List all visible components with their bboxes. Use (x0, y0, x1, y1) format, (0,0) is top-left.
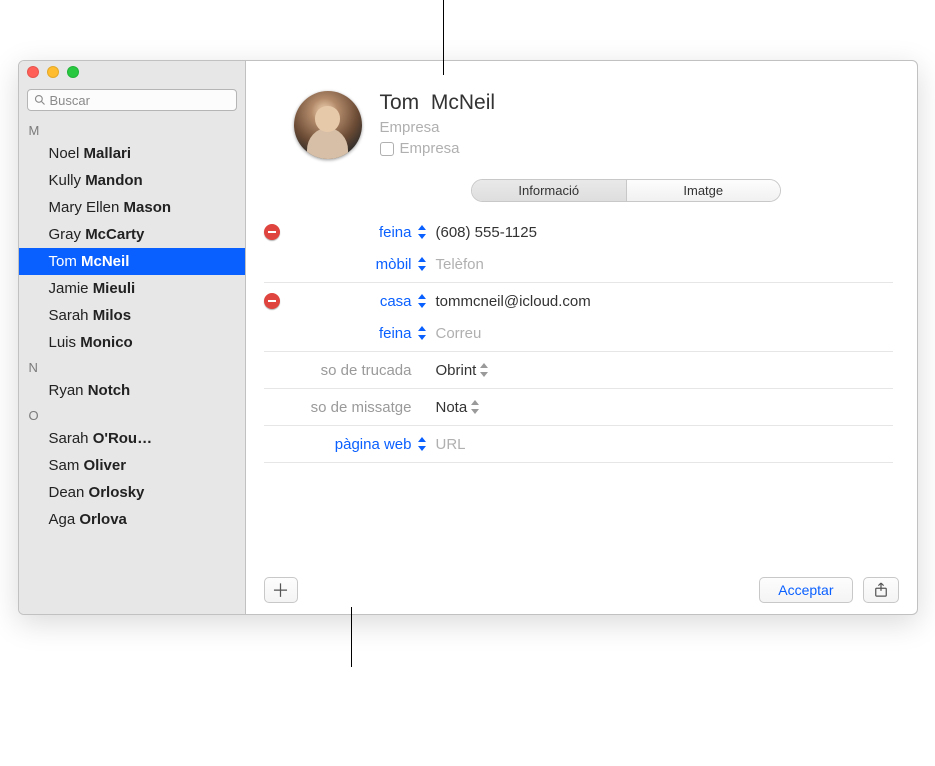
divider (264, 388, 893, 389)
contact-item[interactable]: Kully Mandon (19, 167, 245, 194)
tab-image[interactable]: Imatge (626, 180, 781, 201)
ringtone-value: Obrint (436, 362, 477, 379)
stepper-icon (480, 363, 490, 377)
section-header-m: M (19, 119, 245, 140)
stepper-icon[interactable] (418, 326, 428, 340)
divider (264, 462, 893, 463)
contacts-window: Buscar M Noel Mallari Kully Mandon Mary … (18, 60, 918, 615)
phone-label-select[interactable]: feina (292, 224, 412, 241)
company-checkbox[interactable]: Empresa (380, 140, 496, 157)
contact-avatar[interactable] (294, 91, 362, 159)
url-row: pàgina web URL (264, 428, 893, 460)
contact-item[interactable]: Jamie Mieuli (19, 275, 245, 302)
contact-name[interactable]: Tom McNeil (380, 91, 496, 115)
email-home-row: casa tommcneil@icloud.com (264, 285, 893, 317)
contact-item[interactable]: Ryan Notch (19, 377, 245, 404)
contact-detail-pane: Tom McNeil Empresa Empresa Informació Im… (246, 61, 917, 614)
email-label-select[interactable]: casa (292, 293, 412, 310)
tab-info[interactable]: Informació (472, 180, 626, 201)
contact-fields: feina (608) 555-1125 mòbil Telèfon casa … (246, 206, 917, 465)
plus-icon: ＋ (272, 577, 290, 603)
contact-item[interactable]: Dean Orlosky (19, 479, 245, 506)
divider (264, 351, 893, 352)
texttone-select[interactable]: Nota (436, 399, 893, 416)
callout-line (351, 607, 352, 667)
section-header-n: N (19, 356, 245, 377)
contact-list[interactable]: M Noel Mallari Kully Mandon Mary Ellen M… (19, 117, 245, 614)
phone-value[interactable]: (608) 555-1125 (436, 224, 893, 241)
contact-item-selected[interactable]: Tom McNeil (19, 248, 245, 275)
share-icon (874, 582, 888, 598)
section-header-o: O (19, 404, 245, 425)
contact-item[interactable]: Luis Monico (19, 329, 245, 356)
url-placeholder[interactable]: URL (436, 436, 893, 453)
divider (264, 282, 893, 283)
callout-line (443, 0, 444, 75)
divider (264, 425, 893, 426)
stepper-icon[interactable] (418, 257, 428, 271)
last-name: McNeil (431, 91, 495, 114)
company-field[interactable]: Empresa (380, 119, 496, 136)
sidebar: Buscar M Noel Mallari Kully Mandon Mary … (19, 61, 246, 614)
stepper-icon[interactable] (418, 437, 428, 451)
stepper-icon (471, 400, 481, 414)
contact-header: Tom McNeil Empresa Empresa (246, 61, 917, 169)
phone-work-row: feina (608) 555-1125 (264, 216, 893, 248)
email-label-select[interactable]: feina (292, 325, 412, 342)
company-checkbox-label: Empresa (400, 140, 460, 157)
first-name: Tom (380, 91, 420, 114)
texttone-label: so de missatge (292, 399, 412, 416)
texttone-row: so de missatge Nota (264, 391, 893, 423)
search-icon (34, 94, 46, 106)
phone-mobile-row: mòbil Telèfon (264, 248, 893, 280)
checkbox-icon (380, 142, 394, 156)
email-work-row: feina Correu (264, 317, 893, 349)
segmented-control: Informació Imatge (471, 179, 781, 202)
zoom-window-button[interactable] (67, 66, 79, 78)
ringtone-row: so de trucada Obrint (264, 354, 893, 386)
phone-placeholder[interactable]: Telèfon (436, 256, 893, 273)
url-label-select[interactable]: pàgina web (292, 436, 412, 453)
search-placeholder: Buscar (50, 93, 90, 108)
contact-item[interactable]: Gray McCarty (19, 221, 245, 248)
contact-item[interactable]: Noel Mallari (19, 140, 245, 167)
email-value[interactable]: tommcneil@icloud.com (436, 293, 893, 310)
close-window-button[interactable] (27, 66, 39, 78)
ringtone-select[interactable]: Obrint (436, 362, 893, 379)
contact-item[interactable]: Sarah O'Rou… (19, 425, 245, 452)
stepper-icon[interactable] (418, 294, 428, 308)
contact-item[interactable]: Sam Oliver (19, 452, 245, 479)
add-field-button[interactable]: ＋ (264, 577, 298, 603)
minimize-window-button[interactable] (47, 66, 59, 78)
accept-button[interactable]: Acceptar (759, 577, 852, 603)
share-button[interactable] (863, 577, 899, 603)
remove-field-button[interactable] (264, 224, 280, 240)
contact-item[interactable]: Aga Orlova (19, 506, 245, 533)
texttone-value: Nota (436, 399, 468, 416)
bottom-toolbar: ＋ Acceptar (246, 566, 917, 614)
phone-label-select[interactable]: mòbil (292, 256, 412, 273)
ringtone-label: so de trucada (292, 362, 412, 379)
remove-field-button[interactable] (264, 293, 280, 309)
stepper-icon[interactable] (418, 225, 428, 239)
contact-item[interactable]: Mary Ellen Mason (19, 194, 245, 221)
search-input[interactable]: Buscar (27, 89, 237, 111)
email-placeholder[interactable]: Correu (436, 325, 893, 342)
contact-item[interactable]: Sarah Milos (19, 302, 245, 329)
